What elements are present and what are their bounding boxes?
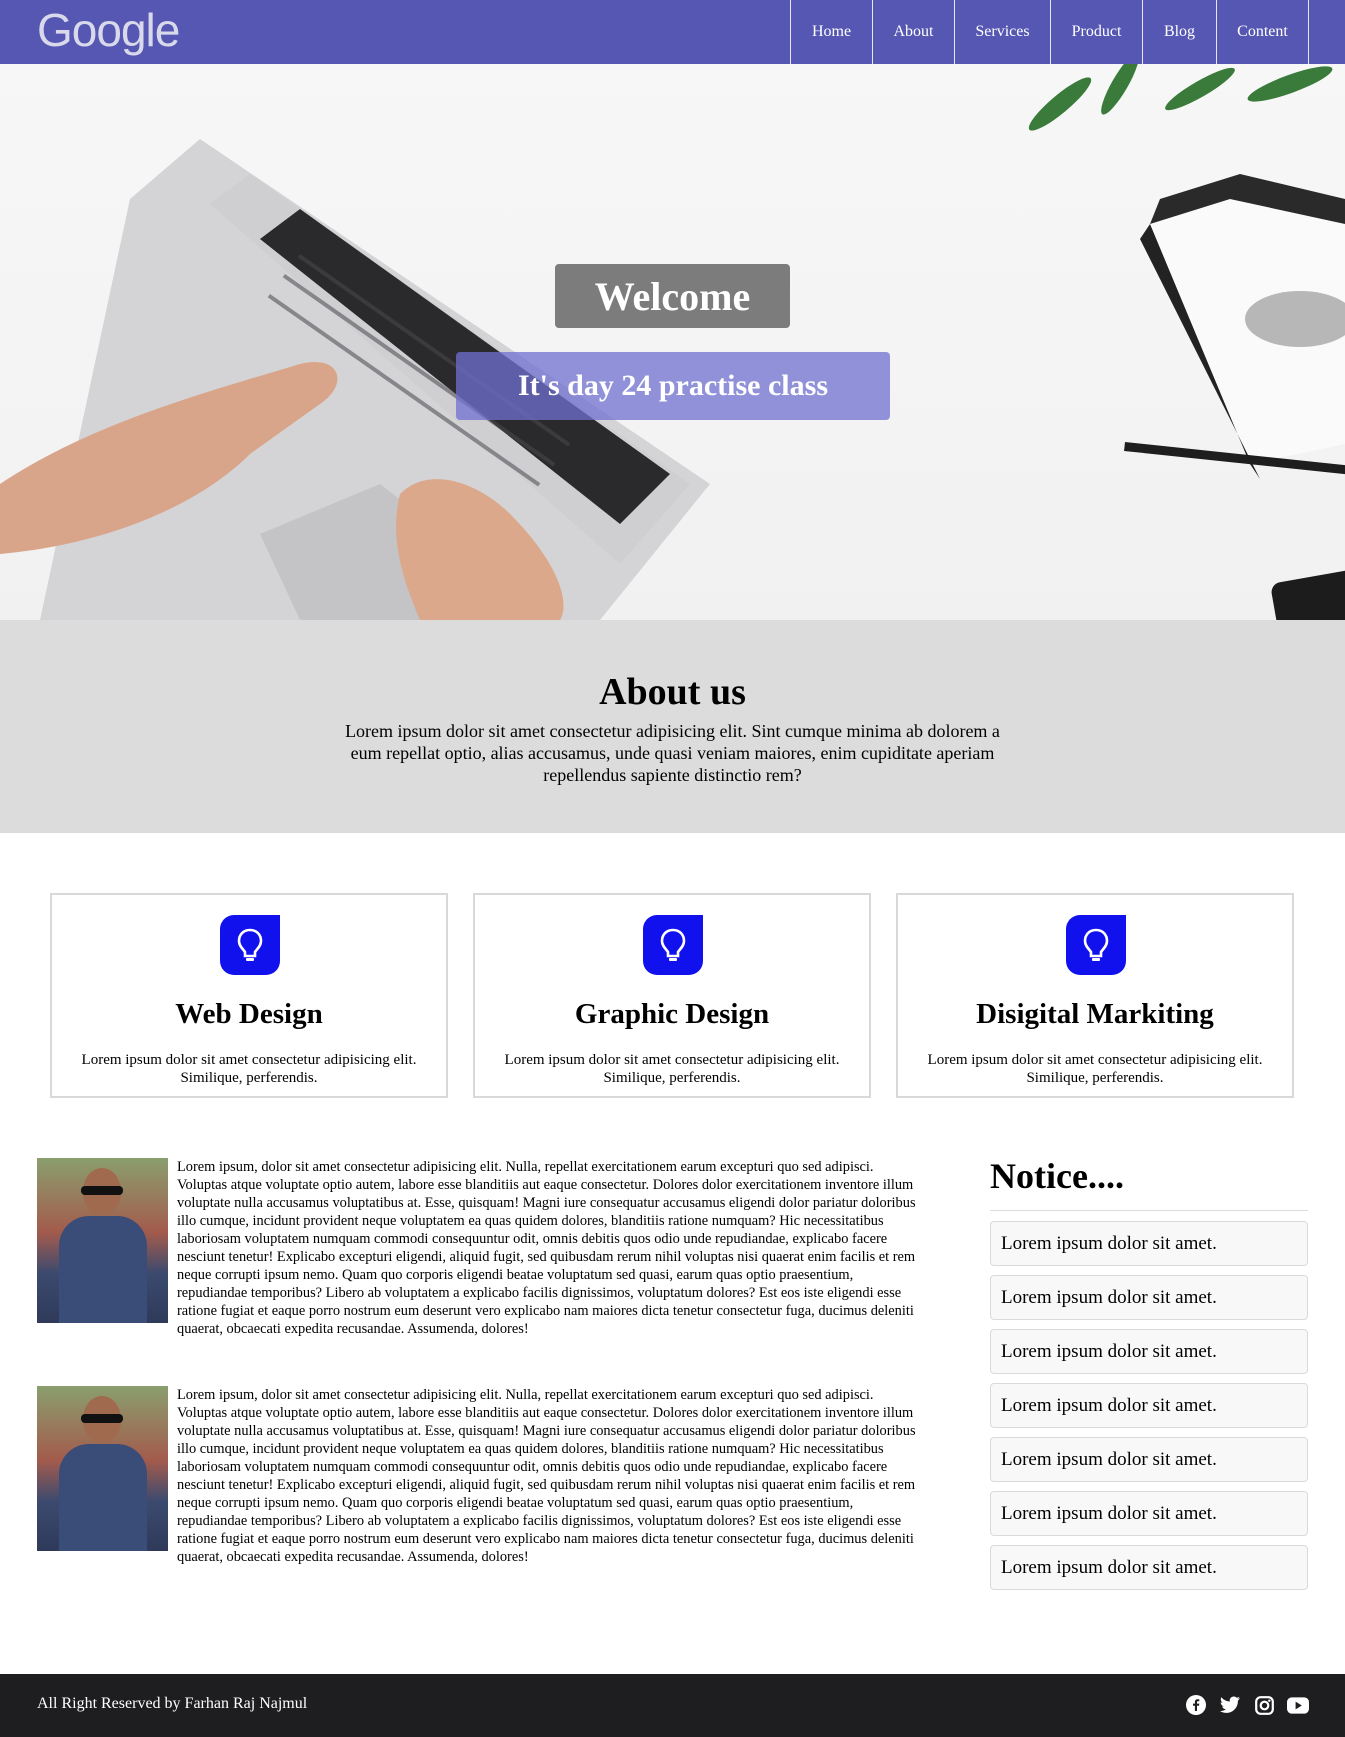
article-text: Lorem ipsum, dolor sit amet consectetur … bbox=[177, 1159, 916, 1337]
notice-item[interactable]: Lorem ipsum dolor sit amet. bbox=[990, 1545, 1308, 1590]
nav-services[interactable]: Services bbox=[955, 0, 1051, 64]
youtube-icon[interactable] bbox=[1287, 1694, 1309, 1716]
hero-subtitle: It's day 24 practise class bbox=[456, 352, 890, 420]
social-links bbox=[1185, 1694, 1309, 1716]
notice-item[interactable]: Lorem ipsum dolor sit amet. bbox=[990, 1275, 1308, 1320]
notice-item[interactable]: Lorem ipsum dolor sit amet. bbox=[990, 1491, 1308, 1536]
author-photo bbox=[37, 1158, 168, 1323]
main-nav: Home About Services Product Blog Content bbox=[790, 0, 1309, 64]
navbar: Google Home About Services Product Blog … bbox=[0, 0, 1345, 64]
facebook-icon[interactable] bbox=[1185, 1694, 1207, 1716]
notice-title: Notice.... bbox=[990, 1156, 1124, 1196]
copyright-text: All Right Reserved by Farhan Raj Najmul bbox=[37, 1695, 308, 1712]
lightbulb-icon bbox=[1066, 915, 1126, 975]
author-photo bbox=[37, 1386, 168, 1551]
lightbulb-icon bbox=[220, 915, 280, 975]
instagram-icon[interactable] bbox=[1253, 1694, 1275, 1716]
article-2: Lorem ipsum, dolor sit amet consectetur … bbox=[37, 1386, 925, 1566]
nav-about[interactable]: About bbox=[873, 0, 955, 64]
nav-content[interactable]: Content bbox=[1217, 0, 1309, 64]
lightbulb-icon bbox=[643, 915, 703, 975]
twitter-icon[interactable] bbox=[1219, 1694, 1241, 1716]
service-card-web-design: Web Design Lorem ipsum dolor sit amet co… bbox=[50, 893, 448, 1098]
nav-product[interactable]: Product bbox=[1051, 0, 1143, 64]
about-title: About us bbox=[599, 671, 746, 713]
divider bbox=[990, 1210, 1308, 1211]
service-title: Disigital Markiting bbox=[976, 998, 1214, 1030]
about-text: Lorem ipsum dolor sit amet consectetur a… bbox=[345, 721, 1000, 785]
footer: All Right Reserved by Farhan Raj Najmul bbox=[0, 1674, 1345, 1737]
service-card-graphic-design: Graphic Design Lorem ipsum dolor sit ame… bbox=[473, 893, 871, 1098]
service-text: Lorem ipsum dolor sit amet consectetur a… bbox=[81, 1052, 417, 1086]
article-1: Lorem ipsum, dolor sit amet consectetur … bbox=[37, 1158, 925, 1338]
service-text: Lorem ipsum dolor sit amet consectetur a… bbox=[504, 1052, 840, 1086]
service-title: Web Design bbox=[175, 998, 323, 1030]
service-title: Graphic Design bbox=[574, 998, 770, 1030]
nav-blog[interactable]: Blog bbox=[1143, 0, 1217, 64]
about-section: About us Lorem ipsum dolor sit amet cons… bbox=[0, 620, 1345, 833]
notice-item[interactable]: Lorem ipsum dolor sit amet. bbox=[990, 1437, 1308, 1482]
nav-home[interactable]: Home bbox=[791, 0, 873, 64]
hero-image bbox=[0, 64, 1345, 620]
article-text: Lorem ipsum, dolor sit amet consectetur … bbox=[177, 1387, 916, 1565]
notice-item[interactable]: Lorem ipsum dolor sit amet. bbox=[990, 1329, 1308, 1374]
logo[interactable]: Google bbox=[37, 3, 180, 57]
notice-item[interactable]: Lorem ipsum dolor sit amet. bbox=[990, 1383, 1308, 1428]
service-card-digital-marketing: Disigital Markiting Lorem ipsum dolor si… bbox=[896, 893, 1294, 1098]
hero-title: Welcome bbox=[555, 264, 790, 328]
service-text: Lorem ipsum dolor sit amet consectetur a… bbox=[927, 1052, 1263, 1086]
notice-item[interactable]: Lorem ipsum dolor sit amet. bbox=[990, 1221, 1308, 1266]
hero-banner: Welcome It's day 24 practise class bbox=[0, 64, 1345, 620]
